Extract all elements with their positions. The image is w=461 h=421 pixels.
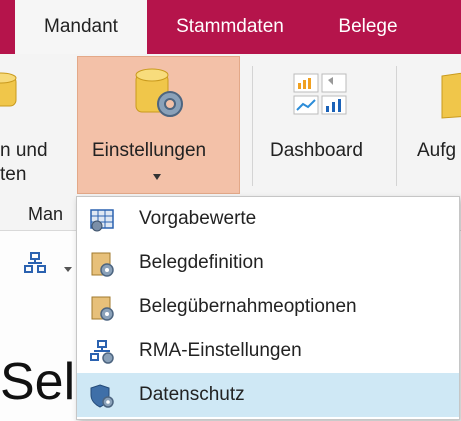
- menu-item-datenschutz[interactable]: Datenschutz: [77, 373, 459, 417]
- chevron-down-icon: [152, 168, 162, 180]
- grid-settings-icon: [89, 207, 115, 233]
- database-icon: [0, 70, 20, 112]
- chevron-down-icon: [64, 260, 72, 272]
- page-heading: Sel: [0, 353, 76, 411]
- menu-item-label: Belegdefinition: [139, 252, 264, 273]
- document-gear-icon: [89, 251, 115, 277]
- menu-item-label: Vorgabewerte: [139, 208, 257, 229]
- tab-stammdaten[interactable]: Stammdaten: [160, 0, 300, 54]
- ribbon-button-partial-label-2[interactable]: ten: [0, 164, 26, 186]
- hierarchy-icon[interactable]: [24, 252, 46, 274]
- ribbon-separator: [396, 66, 397, 186]
- tab-mandant[interactable]: Mandant: [15, 0, 147, 54]
- hierarchy-gear-icon: [89, 339, 115, 365]
- settings-dropdown-menu: Vorgabewerte Belegdefinition Belegüberna…: [76, 196, 460, 420]
- menu-item-label: Datenschutz: [139, 384, 245, 405]
- database-gear-icon: [130, 66, 186, 122]
- dashboard-button-label[interactable]: Dashboard: [270, 140, 363, 162]
- menu-item-label: Belegübernahmeoptionen: [139, 296, 357, 317]
- menu-item-belegdefinition[interactable]: Belegdefinition: [77, 241, 459, 285]
- menu-item-rma-einstellungen[interactable]: RMA-Einstellungen: [77, 329, 459, 373]
- ribbon-separator: [252, 66, 253, 186]
- ribbon-group-label: Man: [28, 204, 64, 224]
- ribbon-button-partial-right-label[interactable]: Aufg: [417, 140, 456, 162]
- menu-item-vorgabewerte[interactable]: Vorgabewerte: [77, 197, 459, 241]
- document-gear-icon: [89, 295, 115, 321]
- menu-item-label: RMA-Einstellungen: [139, 340, 302, 361]
- tab-belege[interactable]: Belege: [308, 0, 428, 54]
- dashboard-icon: [292, 70, 348, 120]
- menu-item-beleguebernahmeoptionen[interactable]: Belegübernahmeoptionen: [77, 285, 459, 329]
- shield-gear-icon: [89, 383, 115, 409]
- task-icon: [430, 70, 461, 122]
- settings-button-label: Einstellungen: [92, 140, 207, 161]
- ribbon-button-partial-label-1[interactable]: n und: [0, 140, 48, 162]
